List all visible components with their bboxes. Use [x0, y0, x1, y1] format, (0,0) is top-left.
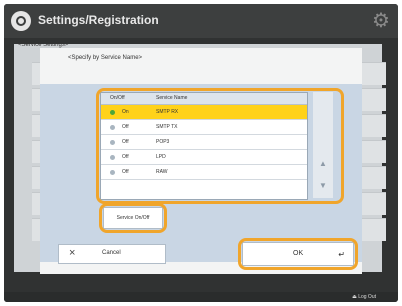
logout-icon: ⏏ — [352, 294, 357, 300]
title-bar: Settings/Registration ⚙ — [4, 4, 398, 38]
cancel-label: Cancel — [102, 250, 121, 256]
status-bar — [4, 292, 398, 302]
settings-app-icon — [11, 11, 31, 31]
app-title: Settings/Registration — [38, 13, 159, 27]
cancel-button[interactable]: × Cancel — [58, 244, 166, 264]
logout-label: Log Out — [358, 294, 376, 300]
close-icon: × — [69, 247, 76, 259]
logout-button[interactable]: ⏏ Log Out — [352, 294, 376, 300]
dialog-title: <Specify by Service Name> — [68, 55, 143, 61]
gear-icon[interactable]: ⚙ — [371, 11, 391, 31]
table-highlight-frame — [96, 88, 344, 204]
service-button-highlight-frame — [99, 203, 167, 233]
ok-button-highlight-frame — [238, 238, 358, 270]
